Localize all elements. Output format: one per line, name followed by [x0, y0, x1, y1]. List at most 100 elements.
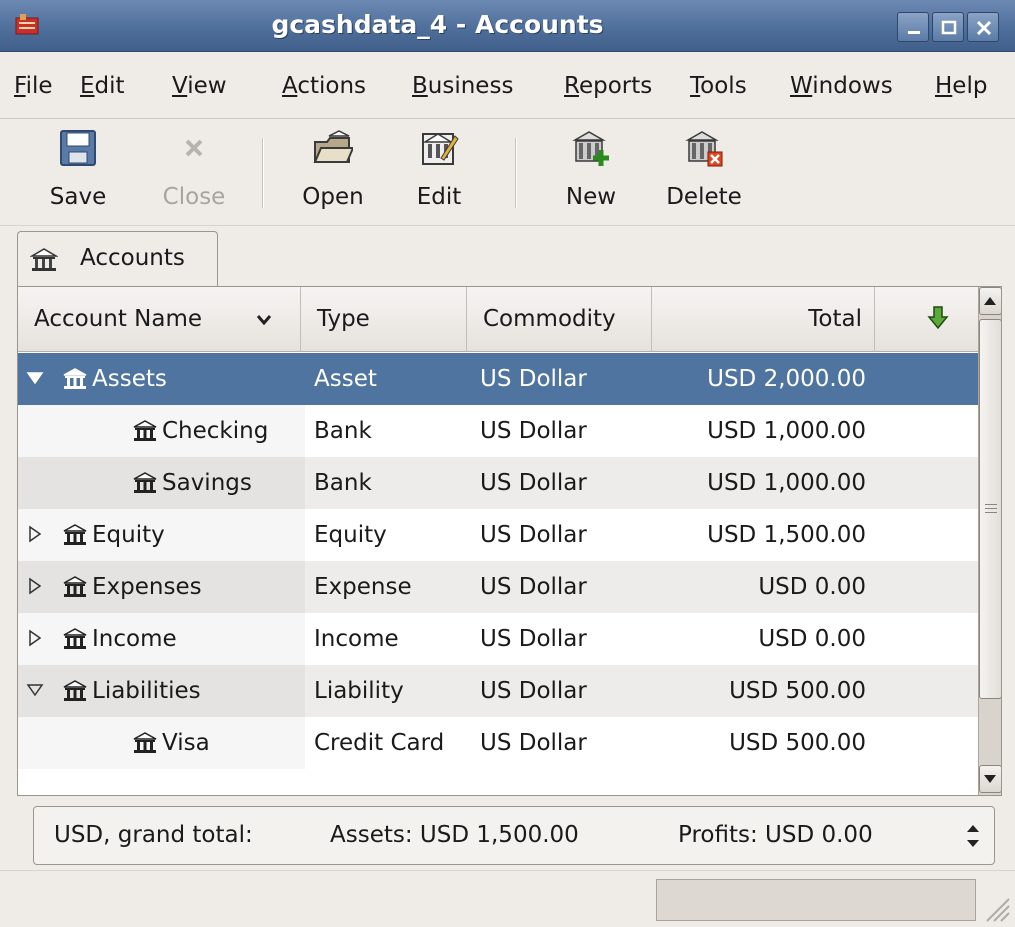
account-commodity: US Dollar — [480, 626, 587, 652]
column-header-commodity[interactable]: Commodity — [467, 287, 652, 352]
table-row[interactable]: Liabilities Liability US Dollar USD 500.00 — [18, 665, 978, 718]
scroll-thumb[interactable] — [979, 319, 1001, 699]
table-row[interactable]: Expenses Expense US Dollar USD 0.00 — [18, 561, 978, 614]
expander-collapsed-icon[interactable] — [26, 629, 44, 647]
bank-icon — [133, 420, 157, 441]
account-name: Income — [92, 626, 177, 652]
summary-currency-label: USD, grand total: — [54, 822, 253, 848]
table-row[interactable]: Assets Asset US Dollar USD 2,000.00 — [18, 353, 978, 406]
maximize-button[interactable] — [932, 12, 964, 42]
account-commodity: US Dollar — [480, 470, 587, 496]
column-selector-button[interactable] — [875, 287, 978, 352]
progress-bar — [656, 879, 976, 921]
account-type: Credit Card — [314, 730, 445, 756]
edit-account-button[interactable]: Edit — [404, 128, 474, 220]
summary-bar: USD, grand total: Assets: USD 1,500.00 P… — [33, 806, 995, 865]
table-row[interactable]: Savings Bank US Dollar USD 1,000.00 — [18, 457, 978, 510]
account-name: Checking — [162, 418, 269, 444]
column-header-type[interactable]: Type — [301, 287, 467, 352]
account-total: USD 0.00 — [758, 626, 866, 652]
table-row[interactable]: Visa Credit Card US Dollar USD 500.00 — [18, 717, 978, 770]
summary-profits: Profits: USD 0.00 — [678, 822, 873, 848]
menu-actions[interactable]: Actions — [282, 73, 366, 99]
bank-icon — [133, 472, 157, 493]
scroll-up-button[interactable] — [979, 287, 1001, 315]
tab-accounts[interactable]: Accounts — [17, 231, 218, 287]
account-total: USD 1,000.00 — [707, 470, 866, 496]
menu-reports[interactable]: Reports — [564, 73, 652, 99]
column-header-account-name[interactable]: Account Name — [18, 287, 301, 352]
close-window-button[interactable] — [967, 12, 999, 42]
account-total: USD 1,500.00 — [707, 522, 866, 548]
expander-collapsed-icon[interactable] — [26, 525, 44, 543]
delete-bank-icon — [685, 131, 723, 167]
scroll-down-button[interactable] — [979, 765, 1001, 793]
open-account-button[interactable]: Open — [290, 128, 376, 220]
bank-icon — [63, 368, 87, 389]
table-row-partial — [18, 769, 978, 795]
up-down-arrows-icon — [967, 825, 979, 847]
minimize-button[interactable] — [897, 12, 929, 42]
new-account-button[interactable]: New — [556, 128, 626, 220]
menu-view[interactable]: View — [172, 73, 227, 99]
account-tree: Account Name Type Commodity Total Assets… — [17, 286, 1002, 796]
account-name: Equity — [92, 522, 165, 548]
account-commodity: US Dollar — [480, 366, 587, 392]
summary-assets: Assets: USD 1,500.00 — [330, 822, 579, 848]
close-button[interactable]: Close — [152, 128, 236, 220]
bank-icon — [30, 248, 58, 271]
menu-edit[interactable]: Edit — [80, 73, 125, 99]
arrow-up-icon — [984, 297, 996, 305]
save-button[interactable]: Save — [38, 128, 118, 220]
table-row[interactable]: Checking Bank US Dollar USD 1,000.00 — [18, 405, 978, 458]
table-row[interactable]: Income Income US Dollar USD 0.00 — [18, 613, 978, 666]
account-total: USD 2,000.00 — [707, 366, 866, 392]
account-type: Expense — [314, 574, 412, 600]
account-type: Bank — [314, 470, 372, 496]
account-name: Expenses — [92, 574, 202, 600]
menu-file[interactable]: File — [14, 73, 53, 99]
account-commodity: US Dollar — [480, 418, 587, 444]
table-row[interactable]: Equity Equity US Dollar USD 1,500.00 — [18, 509, 978, 562]
close-icon — [976, 20, 992, 36]
bank-icon — [63, 628, 87, 649]
menu-business[interactable]: Business — [412, 73, 513, 99]
account-type: Bank — [314, 418, 372, 444]
menu-help[interactable]: Help — [935, 73, 987, 99]
delete-account-button[interactable]: Delete — [654, 128, 754, 220]
account-name: Visa — [162, 730, 210, 756]
account-name: Assets — [92, 366, 167, 392]
maximize-icon — [941, 20, 957, 35]
floppy-disk-icon — [60, 130, 96, 166]
column-header-total[interactable]: Total — [652, 287, 875, 352]
toolbar-separator — [262, 138, 264, 208]
close-x-icon — [185, 139, 203, 157]
account-commodity: US Dollar — [480, 522, 587, 548]
arrow-down-icon — [984, 775, 996, 783]
menu-windows[interactable]: Windows — [790, 73, 893, 99]
account-total: USD 500.00 — [729, 678, 866, 704]
toolbar-separator — [515, 138, 517, 208]
account-commodity: US Dollar — [480, 678, 587, 704]
account-name: Savings — [162, 470, 252, 496]
new-bank-icon — [572, 131, 609, 166]
account-type: Liability — [314, 678, 404, 704]
sort-chevron-down-icon — [256, 315, 272, 326]
account-type: Income — [314, 626, 399, 652]
bank-icon — [133, 732, 157, 753]
account-total: USD 0.00 — [758, 574, 866, 600]
expander-expanded-icon[interactable] — [26, 681, 44, 699]
account-commodity: US Dollar — [480, 574, 587, 600]
resize-grip-icon[interactable] — [979, 891, 1011, 923]
vertical-scrollbar[interactable] — [978, 287, 1001, 795]
window-title: gcashdata_4 - Accounts — [271, 10, 604, 39]
title-bar[interactable]: gcashdata_4 - Accounts — [0, 0, 1015, 52]
account-type: Asset — [314, 366, 377, 392]
menu-tools[interactable]: Tools — [690, 73, 747, 99]
arrow-down-icon — [927, 306, 949, 330]
expander-collapsed-icon[interactable] — [26, 577, 44, 595]
account-commodity: US Dollar — [480, 730, 587, 756]
edit-bank-icon — [422, 133, 459, 165]
expander-expanded-icon[interactable] — [26, 369, 44, 387]
summary-currency-spinner[interactable] — [960, 817, 986, 855]
